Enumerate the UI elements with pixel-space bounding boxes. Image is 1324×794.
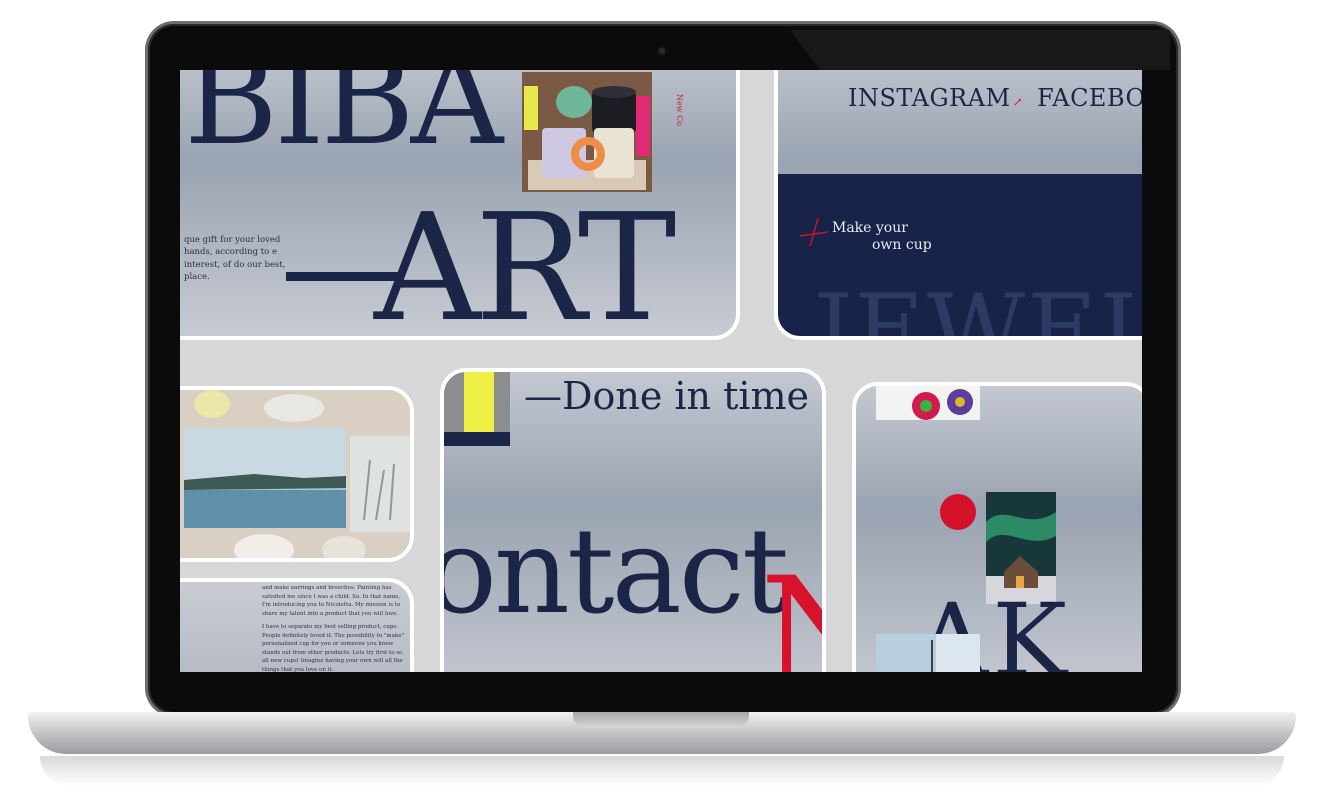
lid-gloss (790, 30, 1170, 70)
hero-card[interactable]: BIBA ART que gift for your loved hands, … (180, 70, 740, 340)
social-links: INSTAGRAM↗ FACEBOOK (848, 84, 1142, 112)
hero-subtitle: ART (374, 182, 676, 340)
laptop-notch (573, 712, 749, 728)
about-paragraph-2: I have to separate my best selling produ… (262, 624, 405, 672)
contact-tagline: —Done in time (524, 374, 810, 418)
about-card[interactable]: and make earrings and brooches. Painting… (180, 578, 414, 672)
promo-banner[interactable]: Make your own cup JEWEL (778, 174, 1142, 340)
mugs-photo (522, 72, 652, 192)
promo-line1: Make your (832, 220, 908, 236)
cup-photo (444, 372, 510, 446)
about-copy: and make earrings and brooches. Painting… (262, 584, 406, 672)
facebook-link[interactable]: FACEBOOK (1037, 84, 1142, 112)
hero-blurb: que gift for your loved hands, according… (184, 235, 286, 282)
hero-title: BIBA (184, 70, 503, 174)
webcam-icon (657, 46, 667, 56)
laptop-reflection (40, 756, 1284, 786)
promo-ghost-word: JEWEL (814, 274, 1142, 340)
accent-letter: N (760, 558, 822, 672)
promo-line2: own cup (872, 237, 932, 253)
instagram-label: INSTAGRAM (848, 84, 1011, 112)
about-paragraph-1: and make earrings and brooches. Painting… (262, 585, 401, 617)
arrow-up-right-icon: ↗ (1012, 95, 1024, 109)
earrings-photo (876, 386, 980, 420)
promo-text: Make your own cup (832, 220, 932, 254)
sky-photo (876, 634, 980, 672)
laptop-screen: BIBA ART que gift for your loved hands, … (180, 70, 1142, 672)
vertical-note: New Co (675, 94, 684, 127)
painting-card[interactable] (180, 386, 414, 562)
painting-photo (180, 390, 410, 558)
red-dot (940, 494, 976, 530)
art-card[interactable]: AK (852, 382, 1142, 672)
instagram-link[interactable]: INSTAGRAM ↗ (848, 84, 1023, 112)
contact-card[interactable]: —Done in time ontact N (440, 368, 826, 672)
contact-heading: ontact (440, 502, 789, 640)
social-card[interactable]: INSTAGRAM↗ FACEBOOK Make your own cup JE… (774, 70, 1142, 340)
cross-icon (800, 218, 828, 246)
